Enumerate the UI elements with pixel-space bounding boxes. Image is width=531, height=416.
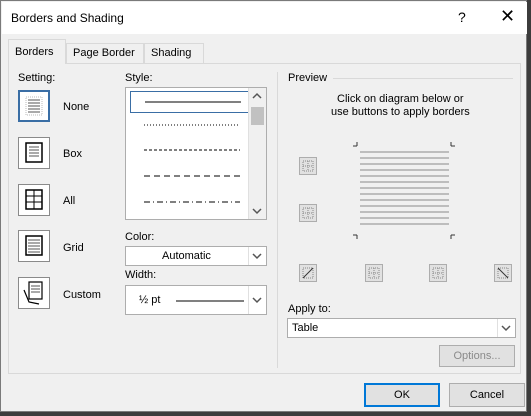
setting-heading: Setting: bbox=[18, 72, 56, 84]
diagonal-up-border-icon bbox=[302, 267, 314, 279]
setting-custom-button[interactable] bbox=[18, 277, 50, 309]
chevron-down-icon bbox=[252, 253, 262, 260]
setting-none-label: None bbox=[63, 101, 90, 113]
style-item-dashed-small[interactable] bbox=[130, 140, 248, 160]
setting-grid-label: Grid bbox=[63, 242, 84, 254]
borders-and-shading-dialog: Borders and Shading ? ✕ Borders Page Bor… bbox=[0, 0, 527, 412]
preview-heading: Preview bbox=[288, 72, 328, 84]
setting-grid-icon bbox=[25, 235, 43, 256]
apply-to-dropdown[interactable]: Table bbox=[287, 318, 516, 338]
diagonal-down-border-icon bbox=[497, 267, 509, 279]
tab-borders-label: Borders bbox=[15, 46, 54, 58]
style-heading: Style: bbox=[125, 72, 153, 84]
color-dropdown-button[interactable] bbox=[248, 247, 266, 265]
tab-shading-label: Shading bbox=[151, 47, 192, 59]
tab-page-border-label: Page Border bbox=[73, 47, 135, 59]
width-value: ½ pt bbox=[139, 294, 161, 306]
setting-none-button[interactable] bbox=[18, 90, 50, 122]
color-label: Color: bbox=[125, 231, 155, 243]
apply-to-dropdown-button[interactable] bbox=[497, 319, 515, 337]
setting-box-label: Box bbox=[63, 148, 82, 160]
preview-heading-rule bbox=[333, 78, 513, 79]
ok-button[interactable]: OK bbox=[364, 383, 440, 407]
tab-page-border[interactable]: Page Border bbox=[66, 43, 144, 64]
width-dropdown-button[interactable] bbox=[248, 286, 266, 314]
inside-vertical-border-icon bbox=[432, 267, 444, 279]
preview-instructions-2: use buttons to apply borders bbox=[331, 106, 470, 118]
setting-custom-icon bbox=[23, 281, 43, 305]
setting-all-label: All bbox=[63, 195, 76, 207]
left-border-button[interactable] bbox=[365, 264, 383, 282]
left-border-icon bbox=[368, 267, 380, 279]
close-icon[interactable]: ✕ bbox=[500, 6, 515, 27]
inside-horizontal-border-button[interactable] bbox=[299, 204, 317, 222]
chevron-down-icon bbox=[501, 325, 511, 332]
preview-diagram[interactable] bbox=[351, 141, 457, 241]
inside-horizontal-border-icon bbox=[302, 207, 314, 219]
style-item-dashed[interactable] bbox=[130, 166, 248, 186]
width-line-sample bbox=[176, 300, 244, 302]
setting-all-icon bbox=[25, 189, 43, 210]
style-listbox[interactable] bbox=[125, 87, 267, 220]
help-icon[interactable]: ? bbox=[458, 9, 466, 25]
style-scrollbar[interactable] bbox=[248, 88, 266, 219]
color-dropdown[interactable]: Automatic bbox=[125, 246, 267, 266]
dialog-title: Borders and Shading bbox=[11, 11, 124, 25]
top-border-button[interactable] bbox=[299, 157, 317, 175]
section-divider bbox=[277, 72, 278, 368]
setting-custom-label: Custom bbox=[63, 289, 101, 301]
diagonal-down-border-button[interactable] bbox=[494, 264, 512, 282]
inside-vertical-border-button[interactable] bbox=[429, 264, 447, 282]
setting-box-button[interactable] bbox=[18, 137, 50, 169]
style-item-solid[interactable] bbox=[130, 91, 250, 113]
apply-to-label: Apply to: bbox=[288, 303, 331, 315]
tab-shading[interactable]: Shading bbox=[144, 43, 204, 64]
width-dropdown[interactable]: ½ pt bbox=[125, 285, 267, 315]
cancel-button[interactable]: Cancel bbox=[449, 383, 525, 407]
diagonal-up-border-button[interactable] bbox=[299, 264, 317, 282]
apply-to-value: Table bbox=[292, 322, 319, 334]
color-value: Automatic bbox=[162, 250, 211, 262]
setting-all-button[interactable] bbox=[18, 184, 50, 216]
top-border-icon bbox=[302, 160, 314, 172]
setting-none-icon bbox=[25, 96, 43, 116]
tab-borders[interactable]: Borders bbox=[8, 39, 66, 64]
style-item-dotted[interactable] bbox=[130, 115, 248, 135]
preview-instructions-1: Click on diagram below or bbox=[337, 93, 464, 105]
width-label: Width: bbox=[125, 269, 157, 281]
scroll-thumb bbox=[251, 107, 264, 125]
style-item-dash-dot[interactable] bbox=[130, 192, 248, 212]
setting-box-icon bbox=[25, 142, 43, 163]
scroll-down-icon bbox=[252, 208, 262, 215]
chevron-down-icon bbox=[252, 297, 262, 304]
options-button[interactable]: Options... bbox=[439, 345, 515, 367]
scroll-up-icon bbox=[252, 92, 262, 99]
setting-grid-button[interactable] bbox=[18, 230, 50, 262]
title-bar: Borders and Shading ? ✕ bbox=[2, 2, 527, 34]
